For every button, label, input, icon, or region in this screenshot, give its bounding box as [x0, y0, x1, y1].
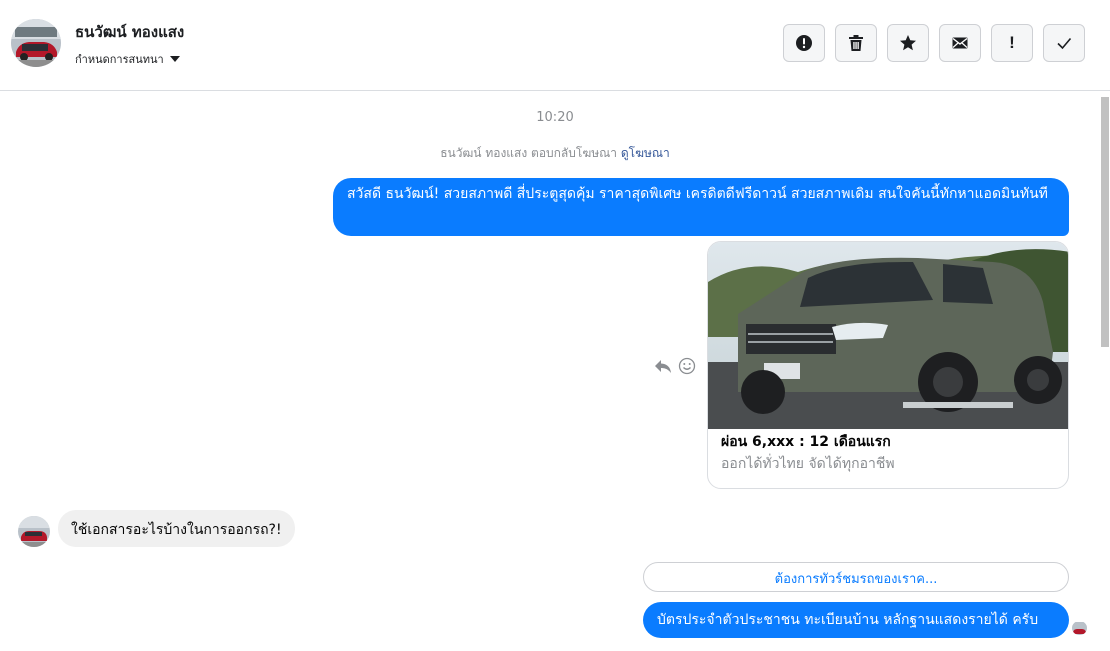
mark-unread-button[interactable]	[939, 24, 981, 62]
alert-circle-icon	[796, 35, 812, 51]
delete-button[interactable]	[835, 24, 877, 62]
outgoing-message: สวัสดี ธนวัฒน์! สวยสภาพดี สี่ประตูสุดคุ้…	[333, 178, 1069, 236]
ad-reply-note: ธนวัฒน์ ทองแสง ตอบกลับโฆษณา ดูโฆษณา	[0, 144, 1110, 163]
ad-car-image	[708, 242, 1068, 429]
ad-card[interactable]: ผ่อน 6,xxx : 12 เดือนแรก ออกได้ทั่วไทย จ…	[707, 241, 1069, 489]
mark-done-button[interactable]	[1043, 24, 1085, 62]
star-icon	[900, 35, 916, 51]
caret-down-icon	[169, 56, 180, 62]
chat-scrollbar[interactable]	[1100, 97, 1110, 347]
view-ad-link[interactable]: ดูโฆษณา	[621, 146, 670, 160]
contact-avatar[interactable]	[11, 19, 61, 67]
trash-icon	[849, 35, 863, 51]
chat-thread: 10:20 ธนวัฒน์ ทองแสง ตอบกลับโฆษณา ดูโฆษณ…	[0, 92, 1110, 651]
contact-name: ธนวัฒน์ ทองแสง	[75, 23, 185, 41]
ad-title: ผ่อน 6,xxx : 12 เดือนแรก	[721, 434, 891, 450]
envelope-icon	[952, 37, 968, 49]
star-button[interactable]	[887, 24, 929, 62]
ad-reply-text: ธนวัฒน์ ทองแสง ตอบกลับโฆษณา	[440, 146, 618, 160]
header-actions: !	[783, 24, 1085, 62]
message-tools	[654, 357, 696, 375]
scrollbar-thumb[interactable]	[1101, 97, 1109, 347]
conversation-settings-label: กำหนดการสนทนา	[75, 53, 164, 66]
exclamation-icon: !	[1009, 33, 1015, 52]
conversation-settings-dropdown[interactable]: กำหนดการสนทนา	[75, 50, 180, 68]
conversation-header: ธนวัฒน์ ทองแสง กำหนดการสนทนา !	[0, 0, 1110, 91]
emoji-reaction-icon[interactable]	[678, 357, 696, 375]
sender-avatar[interactable]	[18, 516, 50, 547]
incoming-message: ใช้เอกสารอะไรบ้างในการออกรถ?!	[58, 510, 295, 547]
seen-indicator-avatar	[1072, 621, 1087, 635]
quick-reply-button[interactable]: ต้องการทัวร์ชมรถของเราค...	[643, 562, 1069, 592]
reply-icon[interactable]	[654, 357, 672, 375]
important-button[interactable]: !	[991, 24, 1033, 62]
report-spam-button[interactable]	[783, 24, 825, 62]
message-timestamp: 10:20	[536, 110, 574, 125]
check-icon	[1057, 37, 1072, 50]
ad-subtitle: ออกได้ทั่วไทย จัดได้ทุกอาชีพ	[721, 456, 895, 472]
outgoing-message: บัตรประจำตัวประชาชน ทะเบียนบ้าน หลักฐานแ…	[643, 602, 1069, 638]
